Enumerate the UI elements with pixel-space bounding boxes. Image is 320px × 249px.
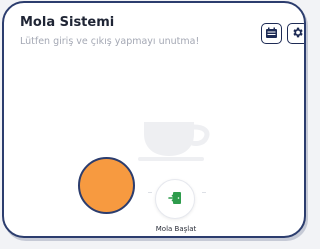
break-system-card: Mola Sistemi Lütfen giriş ve çıkış yapma…	[2, 1, 306, 238]
divider-tick	[202, 192, 206, 193]
start-break-label: Mola Başlat	[155, 225, 197, 233]
settings-button[interactable]	[287, 23, 304, 44]
card-title: Mola Sistemi	[20, 15, 115, 30]
calendar-icon	[265, 24, 278, 43]
exit-door-icon	[168, 190, 182, 209]
card-subtitle: Lütfen giriş ve çıkış yapmayı unutma!	[20, 36, 200, 47]
calendar-button[interactable]	[261, 23, 282, 44]
divider-tick	[148, 192, 152, 193]
start-break-button[interactable]	[155, 179, 195, 219]
user-avatar	[78, 157, 135, 214]
coffee-cup-icon	[138, 120, 216, 164]
gear-icon	[291, 24, 304, 43]
